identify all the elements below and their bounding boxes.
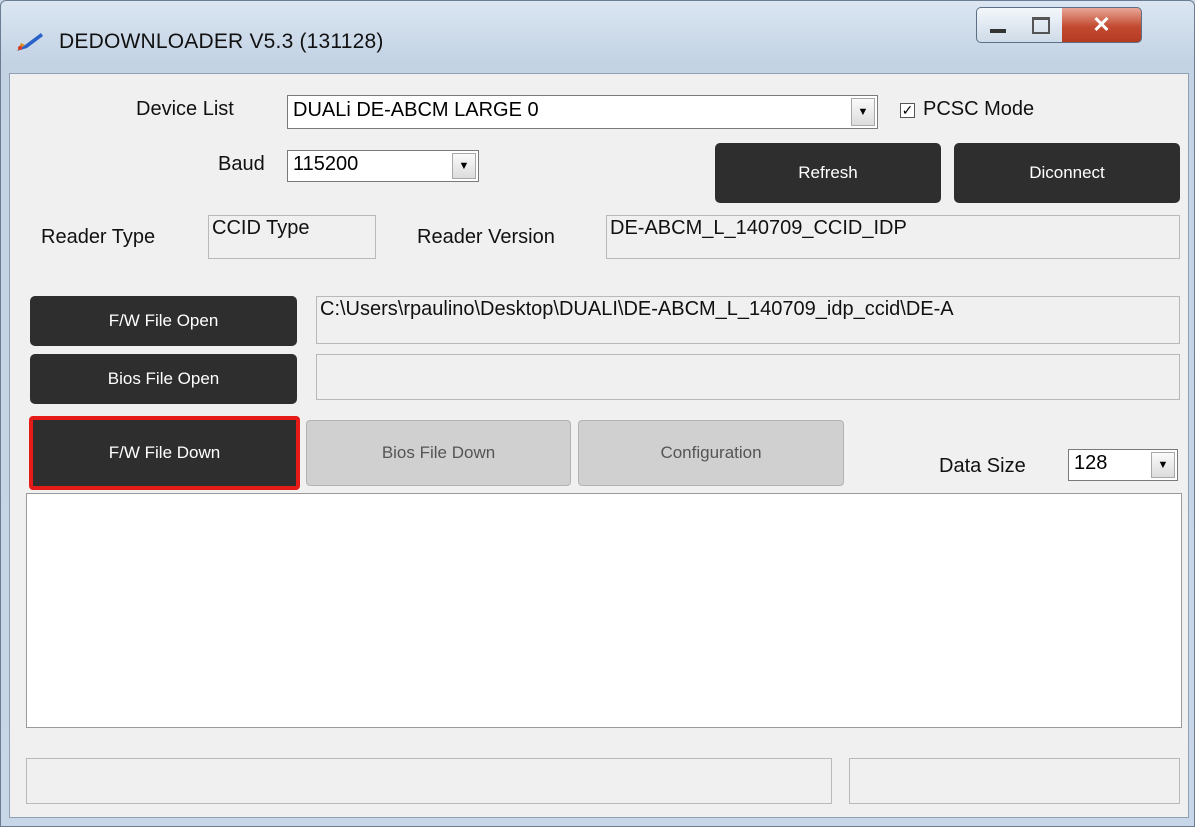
pcsc-mode-checkbox[interactable]: ✓	[900, 103, 915, 118]
minimize-icon	[990, 29, 1006, 33]
maximize-icon	[1031, 16, 1050, 34]
data-size-label: Data Size	[939, 455, 1026, 477]
refresh-button[interactable]: Refresh	[715, 143, 941, 203]
log-output-area[interactable]	[26, 493, 1182, 728]
configuration-button[interactable]: Configuration	[578, 420, 844, 486]
fw-file-down-button[interactable]: F/W File Down	[29, 416, 300, 490]
pcsc-mode-label: PCSC Mode	[923, 98, 1035, 120]
app-window: DEDOWNLOADER V5.3 (131128) ✕ Device List…	[0, 0, 1195, 827]
reader-version-label: Reader Version	[417, 226, 555, 248]
main-panel: Device List DUALi DE-ABCM LARGE 0 ▼ ✓ PC…	[9, 73, 1189, 818]
device-list-select[interactable]: DUALi DE-ABCM LARGE 0 ▼	[287, 95, 878, 129]
status-panel-left	[26, 758, 832, 804]
minimize-button[interactable]	[976, 7, 1020, 43]
reader-type-label: Reader Type	[41, 226, 156, 248]
baud-value: 115200	[293, 153, 359, 175]
chevron-down-icon[interactable]: ▼	[851, 98, 875, 126]
device-list-value: DUALi DE-ABCM LARGE 0	[293, 99, 539, 121]
fw-file-open-button[interactable]: F/W File Open	[30, 296, 297, 346]
fw-file-path-field: C:\Users\rpaulino\Desktop\DUALI\DE-ABCM_…	[316, 296, 1180, 344]
title-bar[interactable]: DEDOWNLOADER V5.3 (131128) ✕	[1, 1, 1194, 73]
baud-label: Baud	[218, 153, 265, 175]
chevron-down-icon[interactable]: ▼	[1151, 452, 1175, 478]
disconnect-button[interactable]: Diconnect	[954, 143, 1180, 203]
chevron-down-icon[interactable]: ▼	[452, 153, 476, 179]
data-size-value: 128	[1074, 452, 1108, 474]
maximize-button[interactable]	[1019, 7, 1063, 43]
pen-icon	[17, 33, 43, 51]
close-button[interactable]: ✕	[1062, 7, 1142, 43]
reader-type-field: CCID Type	[208, 215, 376, 259]
bios-file-open-button[interactable]: Bios File Open	[30, 354, 297, 404]
reader-version-field: DE-ABCM_L_140709_CCID_IDP	[606, 215, 1180, 259]
window-title: DEDOWNLOADER V5.3 (131128)	[59, 30, 384, 53]
baud-select[interactable]: 115200 ▼	[287, 150, 479, 182]
device-list-label: Device List	[136, 98, 234, 120]
bios-file-down-button[interactable]: Bios File Down	[306, 420, 571, 486]
bios-file-path-field	[316, 354, 1180, 400]
data-size-select[interactable]: 128 ▼	[1068, 449, 1178, 481]
close-icon: ✕	[1092, 12, 1111, 37]
status-panel-right	[849, 758, 1180, 804]
